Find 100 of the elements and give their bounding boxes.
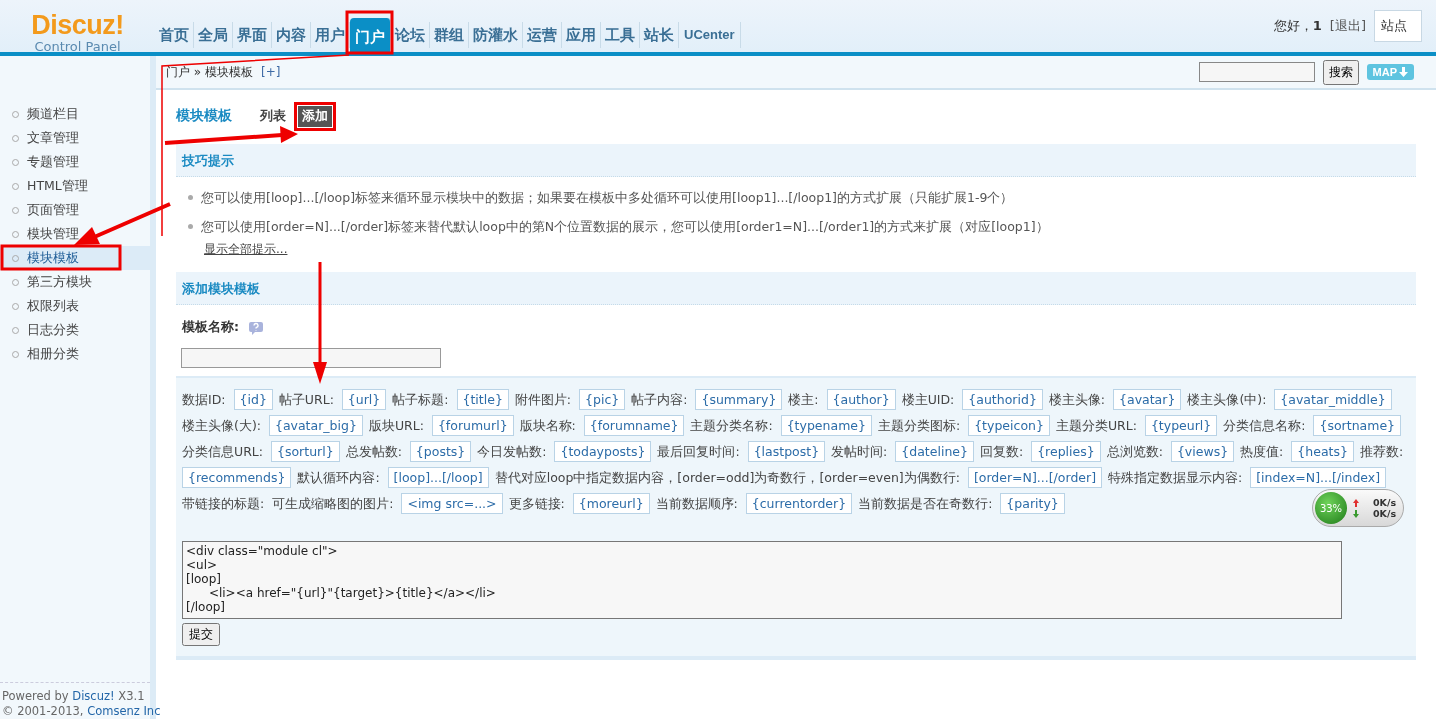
variable-tag[interactable]: {replies}	[1031, 441, 1101, 462]
variable-label: 带链接的标题:	[182, 496, 265, 511]
nav-tab[interactable]: 首页	[155, 22, 194, 48]
highlight-frame	[345, 10, 394, 55]
variable-tag[interactable]: [loop]...[/loop]	[387, 467, 489, 488]
sidebar-item[interactable]: 第三方模块	[0, 270, 150, 294]
variable-label: 今日发帖数:	[477, 444, 547, 459]
variable-label: 楼主:	[788, 392, 819, 407]
sidebar-item[interactable]: 权限列表	[0, 294, 150, 318]
variable-tag[interactable]: {sortname}	[1313, 415, 1402, 436]
page-title: 模块模板	[176, 107, 232, 125]
template-code-field[interactable]: <div class="module cl"> <ul> [loop] <li><a href="{url}"{target}>{title}</a></li> [/loop]	[182, 541, 1342, 619]
variable-tag[interactable]: {url}	[341, 389, 387, 410]
variable-tag[interactable]: {moreurl}	[572, 493, 650, 514]
variable-tag[interactable]: {heats}	[1291, 441, 1354, 462]
sidebar-item[interactable]: 日志分类	[0, 318, 150, 342]
nav-tab[interactable]: 站长	[640, 22, 679, 48]
variable-tag[interactable]: {currentorder}	[745, 493, 853, 514]
variable-label: 帖子URL:	[278, 392, 334, 407]
nav-tab[interactable]: UCenter	[679, 22, 741, 48]
variable-label: 发帖时间:	[831, 444, 888, 459]
sidebar-item[interactable]: 文章管理	[0, 126, 150, 150]
variable-tag[interactable]: {typeicon}	[968, 415, 1050, 436]
variable-label: 版块名称:	[519, 418, 576, 433]
variable-label: 分类信息名称:	[1223, 418, 1306, 433]
variable-label: 特殊指定数据显示内容:	[1108, 470, 1243, 485]
variable-tag[interactable]: {views}	[1170, 441, 1235, 462]
variable-label: 默认循环内容:	[297, 470, 380, 485]
nav-tab[interactable]: 全局	[194, 22, 233, 48]
sidebar-item[interactable]: 频道栏目	[0, 102, 150, 126]
variable-label: 帖子内容:	[631, 392, 688, 407]
variable-label: 最后回复时间:	[657, 444, 740, 459]
variable-tag[interactable]: {sorturl}	[271, 441, 340, 462]
variable-label: 附件图片:	[514, 392, 572, 407]
discuz-link[interactable]: Discuz!	[72, 689, 115, 703]
variable-tag[interactable]: {recommends}	[182, 467, 292, 488]
sidebar-item[interactable]: 页面管理	[0, 198, 150, 222]
nav-tab[interactable]: 内容	[272, 22, 311, 48]
search-field[interactable]	[1198, 62, 1315, 82]
upload-rate: 0K/s	[1353, 497, 1397, 508]
variable-label: 可生成缩略图的图片:	[272, 496, 394, 511]
variable-tag[interactable]: [index=N]...[/index]	[1250, 467, 1387, 488]
template-name-field[interactable]	[181, 348, 441, 368]
greeting: 您好，1	[1273, 17, 1322, 35]
variable-tag[interactable]: {pic}	[579, 389, 626, 410]
variable-tag[interactable]: [order=N]...[/order]	[967, 467, 1103, 488]
variable-tag[interactable]: <img src=...>	[401, 493, 503, 514]
field-label: 模板名称:	[182, 319, 239, 336]
variable-tag[interactable]: {todayposts}	[554, 441, 652, 462]
variable-label: 当前数据是否在奇数行:	[858, 496, 993, 511]
nav-tab[interactable]: 群组	[430, 22, 469, 48]
sidebar-item[interactable]: 相册分类	[0, 342, 150, 366]
variable-label: 分类信息URL:	[182, 444, 263, 459]
submit-button[interactable]: 提交	[182, 623, 220, 646]
variable-tag[interactable]: {forumurl}	[431, 415, 514, 436]
variable-label: 楼主头像:	[1048, 392, 1106, 407]
variable-tag[interactable]: {summary}	[695, 389, 783, 410]
add-shortcut-link[interactable]: [+]	[261, 65, 281, 79]
variable-label: 帖子标题:	[392, 392, 449, 407]
variable-tag[interactable]: {parity}	[1000, 493, 1065, 514]
site-button[interactable]: 站点	[1374, 10, 1422, 42]
variable-tag[interactable]: {forumname}	[583, 415, 685, 436]
nav-tab[interactable]: 门户	[350, 18, 391, 52]
variable-tag[interactable]: {typeurl}	[1144, 415, 1218, 436]
variable-tag[interactable]: {authorid}	[962, 389, 1043, 410]
show-all-tips-link[interactable]: 显示全部提示...	[204, 241, 1416, 258]
variable-tag[interactable]: {avatar}	[1113, 389, 1182, 410]
variable-label: 楼主头像(中):	[1187, 392, 1267, 407]
variable-tag[interactable]: {id}	[233, 389, 273, 410]
nav-tab[interactable]: 运营	[523, 22, 562, 48]
variable-tag[interactable]: {author}	[826, 389, 896, 410]
sidebar-item[interactable]: HTML管理	[0, 174, 150, 198]
nav-tab[interactable]: 防灌水	[469, 22, 523, 48]
search-button[interactable]: 搜索	[1322, 59, 1359, 85]
sidebar-item[interactable]: 专题管理	[0, 150, 150, 174]
variable-label: 总发帖数:	[345, 444, 402, 459]
variable-tag[interactable]: {dateline}	[895, 441, 974, 462]
download-rate: 0K/s	[1353, 508, 1397, 519]
variable-label: 替代对应loop中指定数据内容，[order=odd]为奇数行，[order=even]为偶数行:	[494, 470, 960, 485]
variable-label: 总浏览数:	[1106, 444, 1163, 459]
variable-label: 推荐数:	[1359, 444, 1404, 459]
nav-tab[interactable]: 工具	[601, 22, 640, 48]
nav-tab[interactable]: 论坛	[391, 22, 430, 48]
help-icon[interactable]	[249, 320, 263, 335]
variable-tag[interactable]: {avatar_middle}	[1274, 389, 1392, 410]
variable-label: 主题分类图标:	[877, 418, 961, 433]
variable-tag[interactable]: {typename}	[780, 415, 872, 436]
variable-tag[interactable]: {title}	[456, 389, 509, 410]
sidebar-item[interactable]: 模块管理	[0, 222, 150, 246]
variable-tag[interactable]: {avatar_big}	[268, 415, 363, 436]
tab[interactable]: 列表	[256, 105, 290, 127]
variable-tag[interactable]: {posts}	[409, 441, 472, 462]
variable-tag[interactable]: {lastpost}	[747, 441, 826, 462]
nav-tab[interactable]: 应用	[562, 22, 601, 48]
tip-text: 您可以使用[loop]...[/loop]标签来循环显示模块中的数据；如果要在模板中多处循环可以使用[loop1]...[/loop1]的方式扩展（只能扩展1-9个）	[201, 189, 1014, 207]
company-link[interactable]: Comsenz Inc	[87, 704, 161, 718]
nav-tab[interactable]: 界面	[233, 22, 272, 48]
variable-label: 数据ID:	[182, 392, 226, 407]
logout-link[interactable]: [退出]	[1329, 17, 1366, 35]
variable-label: 版块URL:	[368, 418, 424, 433]
